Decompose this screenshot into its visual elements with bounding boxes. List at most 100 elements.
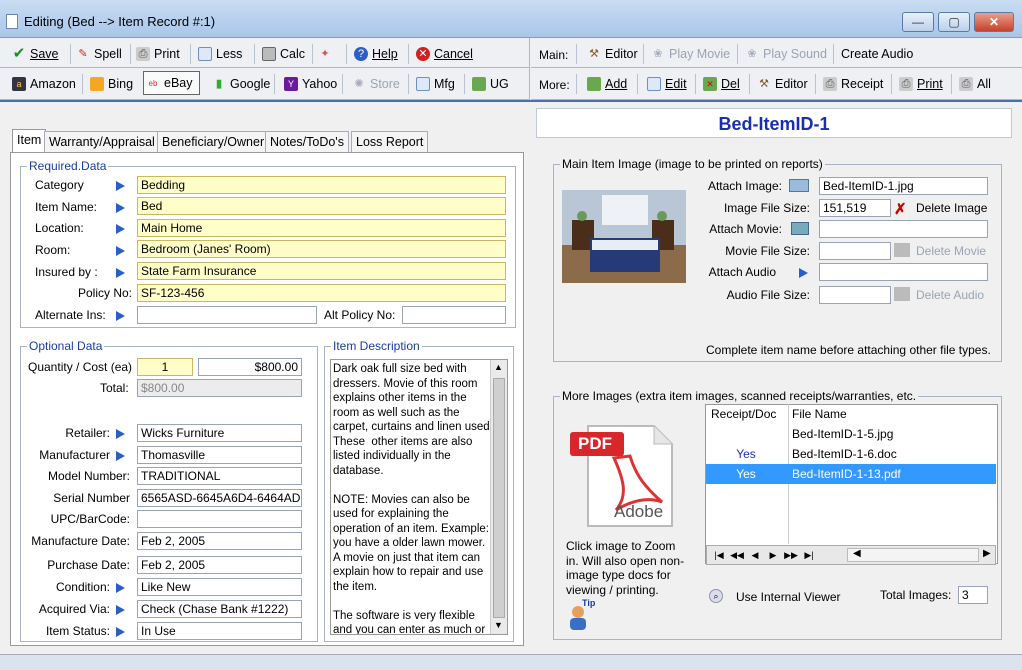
nav-button[interactable]: |◀ bbox=[711, 548, 727, 562]
add-button[interactable]: Add bbox=[585, 74, 627, 94]
more-print-button[interactable]: ⎙ Print bbox=[897, 74, 943, 94]
item-description-textarea[interactable]: Dark oak full size bed with dressers. Mo… bbox=[330, 359, 508, 635]
scroll-up-icon[interactable]: ▲ bbox=[494, 362, 503, 372]
delete-audio-icon[interactable] bbox=[894, 287, 910, 301]
item-name-field[interactable]: Bed bbox=[137, 197, 506, 215]
yahoo-button[interactable]: Y Yahoo bbox=[282, 74, 337, 94]
nav-button[interactable]: ◀ bbox=[747, 548, 763, 562]
film-icon[interactable] bbox=[791, 222, 809, 235]
scroll-left-icon[interactable]: ◀ bbox=[853, 548, 861, 559]
optional-row-field[interactable]: TRADITIONAL bbox=[137, 467, 302, 485]
attach-movie-field[interactable] bbox=[819, 220, 988, 238]
optional-row-field[interactable]: Like New bbox=[137, 578, 302, 596]
item-name-lookup-icon[interactable] bbox=[116, 203, 125, 213]
create-audio-button[interactable]: Create Audio bbox=[821, 44, 913, 64]
main-item-image[interactable] bbox=[562, 190, 686, 283]
room-lookup-icon[interactable] bbox=[116, 246, 125, 256]
scroll-thumb[interactable] bbox=[493, 378, 505, 618]
delete-movie-icon[interactable] bbox=[894, 243, 910, 257]
scroll-down-icon[interactable]: ▼ bbox=[494, 620, 503, 630]
receipt-button[interactable]: ⎙ Receipt bbox=[821, 74, 883, 94]
use-internal-viewer-label[interactable]: Use Internal Viewer bbox=[736, 590, 841, 604]
store-button[interactable]: ✺ Store bbox=[350, 74, 400, 94]
delete-movie-button[interactable]: Delete Movie bbox=[916, 244, 986, 258]
category-field[interactable]: Bedding bbox=[137, 176, 506, 194]
mfg-button[interactable]: Mfg bbox=[414, 74, 455, 94]
print-button[interactable]: ⎙ Print bbox=[134, 44, 180, 64]
optional-row-field[interactable]: Thomasville bbox=[137, 446, 302, 464]
delete-image-button[interactable]: Delete Image bbox=[916, 201, 987, 215]
optional-row-field[interactable]: Feb 2, 2005 bbox=[137, 532, 302, 550]
edit-button[interactable]: Edit bbox=[645, 74, 687, 94]
tab-loss-report[interactable]: Loss Report bbox=[351, 131, 429, 153]
attach-audio-field[interactable] bbox=[819, 263, 988, 281]
optional-row-field[interactable]: Feb 2, 2005 bbox=[137, 556, 302, 574]
tip-icon[interactable]: Tip bbox=[566, 598, 595, 630]
alternate-ins-field[interactable] bbox=[137, 306, 317, 324]
tab-warranty-appraisal[interactable]: Warranty/Appraisal bbox=[44, 131, 160, 153]
nav-button[interactable]: ▶ bbox=[765, 548, 781, 562]
calc-button[interactable]: Calc bbox=[260, 44, 305, 64]
optional-row-field[interactable]: In Use bbox=[137, 622, 302, 640]
optional-row-lookup-icon[interactable] bbox=[116, 627, 125, 637]
optional-row-lookup-icon[interactable] bbox=[116, 605, 125, 615]
insured-by-field[interactable]: State Farm Insurance bbox=[137, 262, 506, 280]
tools-button[interactable]: ✦ bbox=[316, 44, 338, 64]
play-sound-button[interactable]: ❀ Play Sound bbox=[743, 44, 827, 64]
tab-beneficiary-owner[interactable]: Beneficiary/Owner bbox=[157, 131, 270, 153]
minimize-button[interactable]: — bbox=[902, 12, 934, 32]
table-row[interactable]: Bed-ItemID-1-5.jpg bbox=[706, 424, 996, 444]
optional-row-field[interactable]: 6565ASD-6645A6D4-6464AD bbox=[137, 489, 302, 507]
alt-policy-no-field[interactable] bbox=[402, 306, 506, 324]
more-editor-button[interactable]: ⚒ Editor bbox=[755, 74, 808, 94]
all-button[interactable]: ⎙ All bbox=[957, 74, 991, 94]
policy-no-field[interactable]: SF-123-456 bbox=[137, 284, 506, 302]
nav-scrollbar[interactable] bbox=[847, 548, 979, 562]
table-row[interactable]: Yes Bed-ItemID-1-6.doc bbox=[706, 444, 996, 464]
cost-field[interactable]: $800.00 bbox=[198, 358, 302, 376]
tab-item[interactable]: Item bbox=[12, 129, 47, 153]
pdf-preview[interactable]: PDF Adobe bbox=[566, 418, 676, 530]
location-field[interactable]: Main Home bbox=[137, 219, 506, 237]
category-lookup-icon[interactable] bbox=[116, 181, 125, 191]
attach-image-icon[interactable] bbox=[789, 179, 809, 192]
optional-row-field[interactable] bbox=[137, 510, 302, 528]
amazon-button[interactable]: a Amazon bbox=[10, 74, 76, 94]
insured-by-lookup-icon[interactable] bbox=[116, 268, 125, 278]
optional-row-lookup-icon[interactable] bbox=[116, 583, 125, 593]
magnifier-icon[interactable]: ⌕ bbox=[709, 589, 723, 603]
optional-row-lookup-icon[interactable] bbox=[116, 429, 125, 439]
optional-row-field[interactable]: Check (Chase Bank #1222) bbox=[137, 600, 302, 618]
optional-row-field[interactable]: Wicks Furniture bbox=[137, 424, 302, 442]
cancel-button[interactable]: ✕ Cancel bbox=[414, 44, 473, 64]
room-field[interactable]: Bedroom (Janes' Room) bbox=[137, 240, 506, 258]
nav-button[interactable]: ▶| bbox=[801, 548, 817, 562]
quantity-field[interactable]: 1 bbox=[137, 358, 193, 376]
table-row[interactable]: Yes Bed-ItemID-1-13.pdf bbox=[706, 464, 996, 484]
scroll-right-icon[interactable]: ▶ bbox=[983, 548, 991, 559]
attach-audio-icon[interactable] bbox=[799, 268, 808, 278]
attach-image-field[interactable]: Bed-ItemID-1.jpg bbox=[819, 177, 988, 195]
delete-audio-button[interactable]: Delete Audio bbox=[916, 288, 984, 302]
main-editor-button[interactable]: ⚒ Editor bbox=[585, 44, 638, 64]
spell-button[interactable]: ✎ Spell bbox=[74, 44, 121, 64]
alternate-ins-lookup-icon[interactable] bbox=[116, 311, 125, 321]
nav-button[interactable]: ▶▶ bbox=[783, 548, 799, 562]
close-button[interactable]: ✕ bbox=[974, 12, 1014, 32]
bing-button[interactable]: Bing bbox=[88, 74, 133, 94]
less-button[interactable]: Less bbox=[196, 44, 242, 64]
tab-notes-todos[interactable]: Notes/ToDo's bbox=[265, 131, 349, 153]
ebay-button[interactable]: eb eBay bbox=[143, 71, 200, 95]
delete-image-icon[interactable]: ✗ bbox=[894, 200, 907, 218]
location-lookup-icon[interactable] bbox=[116, 224, 125, 234]
help-button[interactable]: ? Help bbox=[352, 44, 398, 64]
optional-row-lookup-icon[interactable] bbox=[116, 451, 125, 461]
maximize-button[interactable]: ▢ bbox=[938, 12, 970, 32]
description-scrollbar[interactable]: ▲ ▼ bbox=[490, 360, 507, 634]
google-button[interactable]: ▮ Google bbox=[210, 74, 270, 94]
ug-button[interactable]: UG bbox=[470, 74, 509, 94]
play-movie-button[interactable]: ❀ Play Movie bbox=[649, 44, 730, 64]
delete-button[interactable]: ✕ Del bbox=[701, 74, 740, 94]
save-button[interactable]: ✔ Save bbox=[10, 44, 59, 64]
nav-button[interactable]: ◀◀ bbox=[729, 548, 745, 562]
